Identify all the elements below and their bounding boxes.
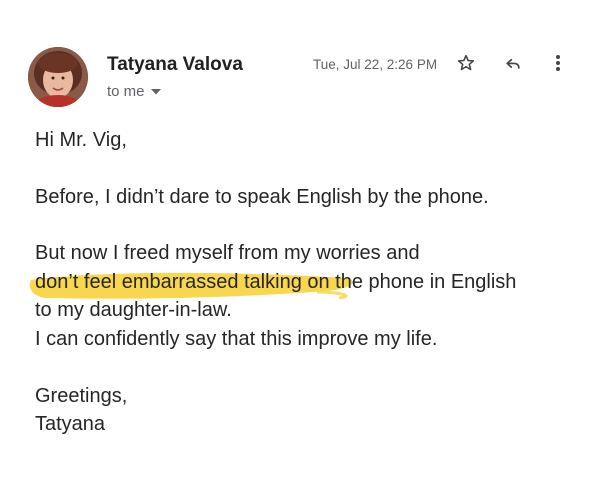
sender-avatar	[28, 47, 88, 107]
body-line: Before, I didn’t dare to speak English b…	[35, 186, 489, 208]
more-vert-icon	[555, 53, 561, 78]
greeting-line: Hi Mr. Vig,	[35, 129, 127, 151]
sender-name[interactable]: Tatyana Valova	[107, 54, 243, 76]
signature-line: Tatyana	[35, 413, 106, 435]
recipient-dropdown[interactable]: to me	[107, 83, 161, 100]
body-line: I can confidently say that this improve …	[35, 328, 438, 350]
star-icon	[456, 53, 476, 78]
body-line: But now I freed myself from my worries a…	[35, 242, 420, 264]
reply-button[interactable]	[500, 52, 526, 78]
star-button[interactable]	[453, 52, 479, 78]
chevron-down-icon	[150, 88, 161, 95]
recipient-label: to me	[107, 83, 145, 100]
body-line: to my daughter-in-law.	[35, 299, 232, 321]
highlighted-body-line: don’t feel embarrassed talking on the ph…	[35, 271, 517, 293]
more-options-button[interactable]	[545, 52, 571, 78]
timestamp: Tue, Jul 22, 2:26 PM	[313, 57, 438, 72]
signoff-line: Greetings,	[35, 385, 128, 407]
reply-icon	[503, 53, 523, 78]
